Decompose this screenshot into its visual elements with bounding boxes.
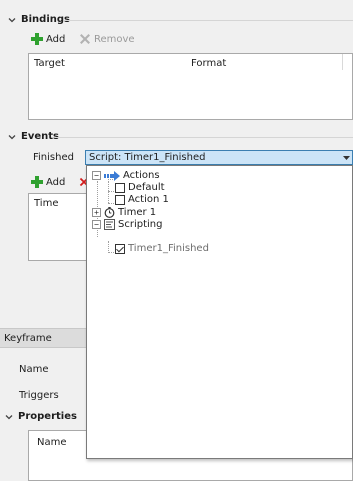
tree-item-timer-1[interactable]: + Timer 1: [92, 207, 156, 218]
properties-section-header[interactable]: Properties: [4, 411, 77, 422]
tree-item-default[interactable]: Default: [115, 182, 165, 193]
bindings-grid[interactable]: Target Format: [28, 53, 353, 120]
bindings-column-format[interactable]: Format: [191, 58, 226, 69]
tree-label-timer-1: Timer 1: [118, 207, 157, 218]
tree-item-actions[interactable]: − Actions: [92, 170, 160, 181]
properties-column-name[interactable]: Name: [37, 437, 67, 448]
events-column-time[interactable]: Time: [34, 198, 58, 209]
events-title: Events: [21, 131, 59, 142]
bindings-divider: [64, 20, 353, 21]
add-plus-icon: [31, 176, 43, 188]
bindings-section-header[interactable]: Bindings: [7, 14, 70, 25]
events-divider: [55, 137, 353, 138]
tree-line: [108, 252, 114, 253]
events-add-button[interactable]: Add: [31, 176, 65, 188]
tree-label-actions: Actions: [123, 170, 160, 181]
properties-title: Properties: [18, 411, 77, 422]
script-icon: [104, 219, 115, 230]
tree-line: [108, 191, 114, 192]
timer-icon: [104, 207, 115, 218]
bindings-add-button[interactable]: Add: [31, 33, 65, 45]
action-1-checkbox[interactable]: [115, 194, 125, 205]
event-dropdown-popup[interactable]: − Actions Default Action 1 + Timer 1 − S…: [86, 165, 353, 459]
bindings-remove-button[interactable]: Remove: [79, 33, 135, 45]
events-section-header[interactable]: Events: [7, 131, 59, 142]
bindings-add-label: Add: [46, 33, 66, 45]
bindings-column-target[interactable]: Target: [34, 58, 65, 69]
tree-label-scripting: Scripting: [118, 219, 163, 230]
tree-item-timer1-finished[interactable]: Timer1_Finished: [115, 243, 209, 254]
keyframe-title: Keyframe: [4, 332, 52, 344]
dropdown-arrow-icon[interactable]: [343, 155, 350, 161]
tree-line: [108, 203, 114, 204]
events-add-label: Add: [46, 176, 66, 188]
tree-item-action-1[interactable]: Action 1: [115, 194, 169, 205]
tree-line: [108, 181, 109, 203]
default-checkbox[interactable]: [115, 182, 125, 193]
expand-icon[interactable]: +: [92, 208, 101, 217]
bindings-remove-label: Remove: [94, 33, 135, 45]
timer1-finished-checkbox[interactable]: [115, 243, 125, 254]
chevron-down-icon[interactable]: [7, 132, 17, 142]
remove-x-icon: [80, 34, 90, 44]
finished-label: Finished: [33, 152, 74, 163]
keyframe-triggers-label: Triggers: [19, 390, 59, 401]
add-plus-icon: [31, 33, 43, 45]
tree-label-action-1: Action 1: [128, 194, 169, 205]
tree-label-default: Default: [128, 182, 165, 193]
keyframe-name-label: Name: [19, 364, 49, 375]
chevron-down-icon[interactable]: [7, 15, 17, 25]
collapse-icon[interactable]: −: [92, 171, 101, 180]
finished-event-value: Script: Timer1_Finished: [89, 152, 206, 163]
finished-event-select[interactable]: Script: Timer1_Finished: [85, 150, 353, 165]
tree-item-scripting[interactable]: − Scripting: [92, 219, 162, 230]
chevron-down-icon[interactable]: [4, 412, 14, 422]
bindings-title: Bindings: [21, 14, 70, 25]
collapse-icon[interactable]: −: [92, 220, 101, 229]
actions-arrow-icon: [104, 170, 120, 181]
column-divider: [342, 54, 343, 70]
tree-label-timer1-finished: Timer1_Finished: [128, 243, 209, 254]
